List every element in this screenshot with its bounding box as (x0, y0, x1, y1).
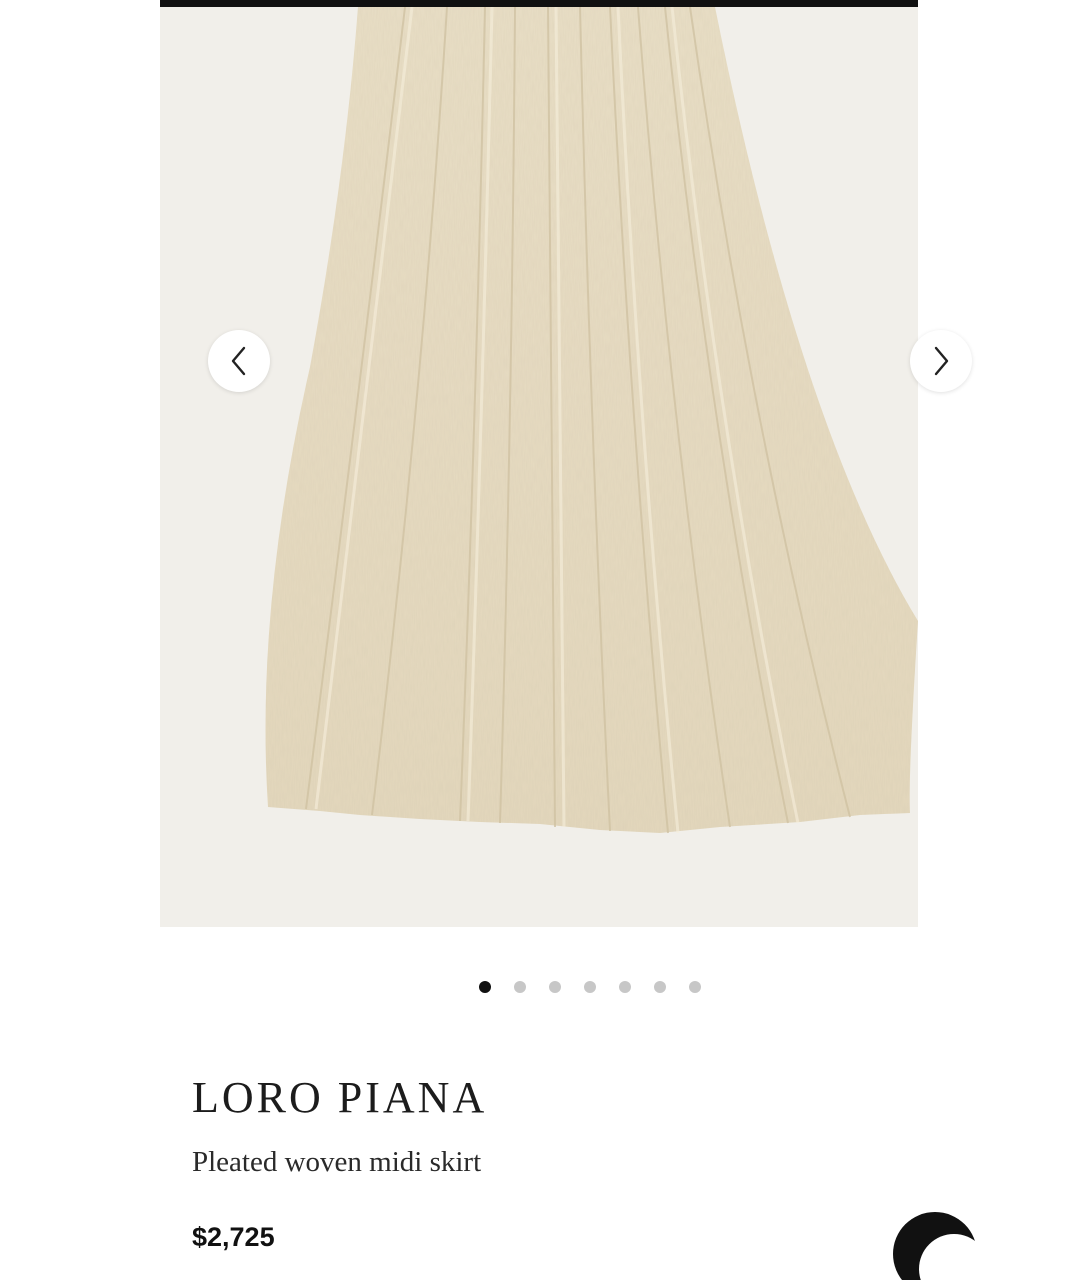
gallery-pagination (0, 979, 1080, 995)
pagination-dot-6[interactable] (654, 981, 666, 993)
product-price: $2,725 (192, 1222, 275, 1252)
pagination-dot-4[interactable] (584, 981, 596, 993)
pagination-dot-5[interactable] (619, 981, 631, 993)
next-image-button[interactable] (910, 330, 972, 392)
product-page: LORO PIANA Pleated woven midi skirt $2,7… (0, 0, 1080, 1280)
pagination-dot-7[interactable] (689, 981, 701, 993)
pagination-dot-1[interactable] (479, 981, 491, 993)
product-image (160, 7, 918, 927)
top-bar (160, 0, 918, 7)
chevron-right-icon (934, 346, 949, 376)
product-title: Pleated woven midi skirt (192, 1146, 482, 1178)
brand-name[interactable]: LORO PIANA (192, 1072, 487, 1123)
pagination-dot-2[interactable] (514, 981, 526, 993)
previous-image-button[interactable] (208, 330, 270, 392)
chat-button[interactable] (893, 1212, 989, 1280)
chevron-left-icon (231, 346, 246, 376)
pagination-dot-3[interactable] (549, 981, 561, 993)
product-gallery[interactable] (160, 7, 918, 927)
